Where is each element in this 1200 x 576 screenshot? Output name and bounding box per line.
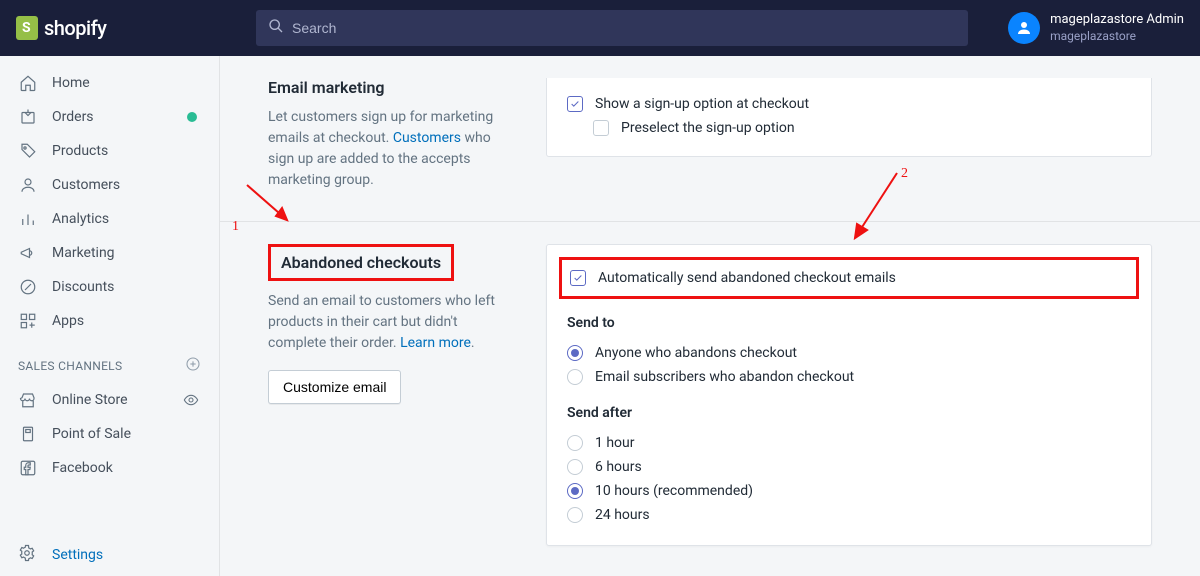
radio-icon[interactable] — [567, 369, 583, 385]
logo[interactable]: shopify — [16, 16, 216, 40]
top-bar: shopify mageplazastore Admin mageplazast… — [0, 0, 1200, 56]
nav-label: Marketing — [52, 245, 115, 261]
nav-orders[interactable]: Orders — [8, 100, 211, 134]
radio-icon[interactable] — [567, 507, 583, 523]
nav-facebook[interactable]: Facebook — [8, 451, 211, 485]
radio-label: 1 hour — [595, 435, 635, 451]
user-menu[interactable]: mageplazastore Admin mageplazastore — [988, 12, 1184, 44]
radio-label: Anyone who abandons checkout — [595, 345, 797, 361]
nav-customers[interactable]: Customers — [8, 168, 211, 202]
send-after-1h-row[interactable]: 1 hour — [567, 431, 1131, 455]
send-after-24h-row[interactable]: 24 hours — [567, 503, 1131, 527]
nav-products[interactable]: Products — [8, 134, 211, 168]
checkbox-unchecked-icon[interactable] — [593, 120, 609, 136]
checkbox-label: Preselect the sign-up option — [621, 120, 795, 136]
tag-icon — [18, 142, 38, 160]
customize-email-button[interactable]: Customize email — [268, 370, 401, 404]
radio-selected-icon[interactable] — [567, 483, 583, 499]
orders-badge — [187, 112, 197, 122]
discount-icon — [18, 278, 38, 296]
store-icon — [18, 391, 38, 409]
search-icon — [268, 18, 284, 38]
eye-icon[interactable] — [181, 392, 201, 408]
preselect-option-row[interactable]: Preselect the sign-up option — [567, 116, 1131, 140]
apps-icon — [18, 312, 38, 330]
customers-link[interactable]: Customers — [393, 130, 461, 146]
nav-label: Online Store — [52, 392, 128, 408]
radio-icon[interactable] — [567, 435, 583, 451]
nav-settings[interactable]: Settings — [0, 534, 219, 576]
send-to-subscribers-row[interactable]: Email subscribers who abandon checkout — [567, 365, 1131, 389]
person-icon — [18, 176, 38, 194]
abandoned-card: Automatically send abandoned checkout em… — [546, 244, 1152, 546]
user-info: mageplazastore Admin mageplazastore — [1050, 12, 1184, 44]
send-after-heading: Send after — [567, 405, 1131, 421]
megaphone-icon — [18, 244, 38, 262]
bar-chart-icon — [18, 210, 38, 228]
nav-point-of-sale[interactable]: Point of Sale — [8, 417, 211, 451]
user-store: mageplazastore — [1050, 29, 1184, 45]
facebook-icon — [18, 459, 38, 477]
signup-option-row[interactable]: Show a sign-up option at checkout — [567, 92, 1131, 116]
user-name: mageplazastore Admin — [1050, 12, 1184, 29]
nav-online-store[interactable]: Online Store — [8, 383, 211, 417]
nav-label: Orders — [52, 109, 94, 125]
nav-label: Home — [52, 75, 90, 91]
plus-circle-icon[interactable] — [185, 356, 201, 375]
home-icon — [18, 74, 38, 92]
pos-icon — [18, 425, 38, 443]
nav-label: Facebook — [52, 460, 113, 476]
avatar-icon — [1008, 12, 1040, 44]
brand-text: shopify — [44, 16, 106, 40]
nav-label: Discounts — [52, 279, 114, 295]
send-after-10h-row[interactable]: 10 hours (recommended) — [567, 479, 1131, 503]
nav-label: Point of Sale — [52, 426, 131, 442]
send-to-heading: Send to — [567, 315, 1131, 331]
content-area: Email marketing Let customers sign up fo… — [220, 56, 1200, 576]
section-description: Let customers sign up for marketing emai… — [268, 107, 516, 191]
section-title: Email marketing — [268, 78, 516, 97]
radio-label: 6 hours — [595, 459, 642, 475]
nav-label: Customers — [52, 177, 120, 193]
sales-channels-header: SALES CHANNELS — [8, 338, 211, 383]
nav-home[interactable]: Home — [8, 66, 211, 100]
send-after-6h-row[interactable]: 6 hours — [567, 455, 1131, 479]
checkbox-label: Automatically send abandoned checkout em… — [598, 270, 896, 286]
sidebar: Home Orders Products Customers Analytics — [0, 56, 220, 576]
section-title: Abandoned checkouts — [281, 253, 441, 272]
email-marketing-card: Show a sign-up option at checkout Presel… — [546, 78, 1152, 157]
checkbox-checked-icon[interactable] — [570, 270, 586, 286]
auto-send-row[interactable]: Automatically send abandoned checkout em… — [570, 266, 1128, 290]
nav-label: Apps — [52, 313, 84, 329]
radio-label: 24 hours — [595, 507, 650, 523]
section-description: Send an email to customers who left prod… — [268, 291, 516, 354]
settings-label: Settings — [52, 547, 103, 563]
checkbox-label: Show a sign-up option at checkout — [595, 96, 809, 112]
nav-apps[interactable]: Apps — [8, 304, 211, 338]
nav-analytics[interactable]: Analytics — [8, 202, 211, 236]
abandoned-checkouts-section: Abandoned checkouts Send an email to cus… — [220, 222, 1200, 576]
gear-icon — [18, 544, 38, 566]
checkbox-checked-icon[interactable] — [567, 96, 583, 112]
nav-marketing[interactable]: Marketing — [8, 236, 211, 270]
radio-icon[interactable] — [567, 459, 583, 475]
search-input[interactable] — [292, 20, 956, 36]
radio-selected-icon[interactable] — [567, 345, 583, 361]
search-bar[interactable] — [256, 10, 968, 46]
orders-icon — [18, 108, 38, 126]
learn-more-link[interactable]: Learn more — [400, 335, 471, 351]
nav-label: Products — [52, 143, 108, 159]
shopify-bag-icon — [16, 16, 38, 40]
nav-discounts[interactable]: Discounts — [8, 270, 211, 304]
email-marketing-section: Email marketing Let customers sign up fo… — [220, 56, 1200, 222]
annotation-highlight-1: Abandoned checkouts — [268, 244, 454, 281]
radio-label: Email subscribers who abandon checkout — [595, 369, 854, 385]
nav-label: Analytics — [52, 211, 109, 227]
annotation-highlight-2: Automatically send abandoned checkout em… — [559, 257, 1139, 299]
radio-label: 10 hours (recommended) — [595, 483, 753, 499]
send-to-anyone-row[interactable]: Anyone who abandons checkout — [567, 341, 1131, 365]
